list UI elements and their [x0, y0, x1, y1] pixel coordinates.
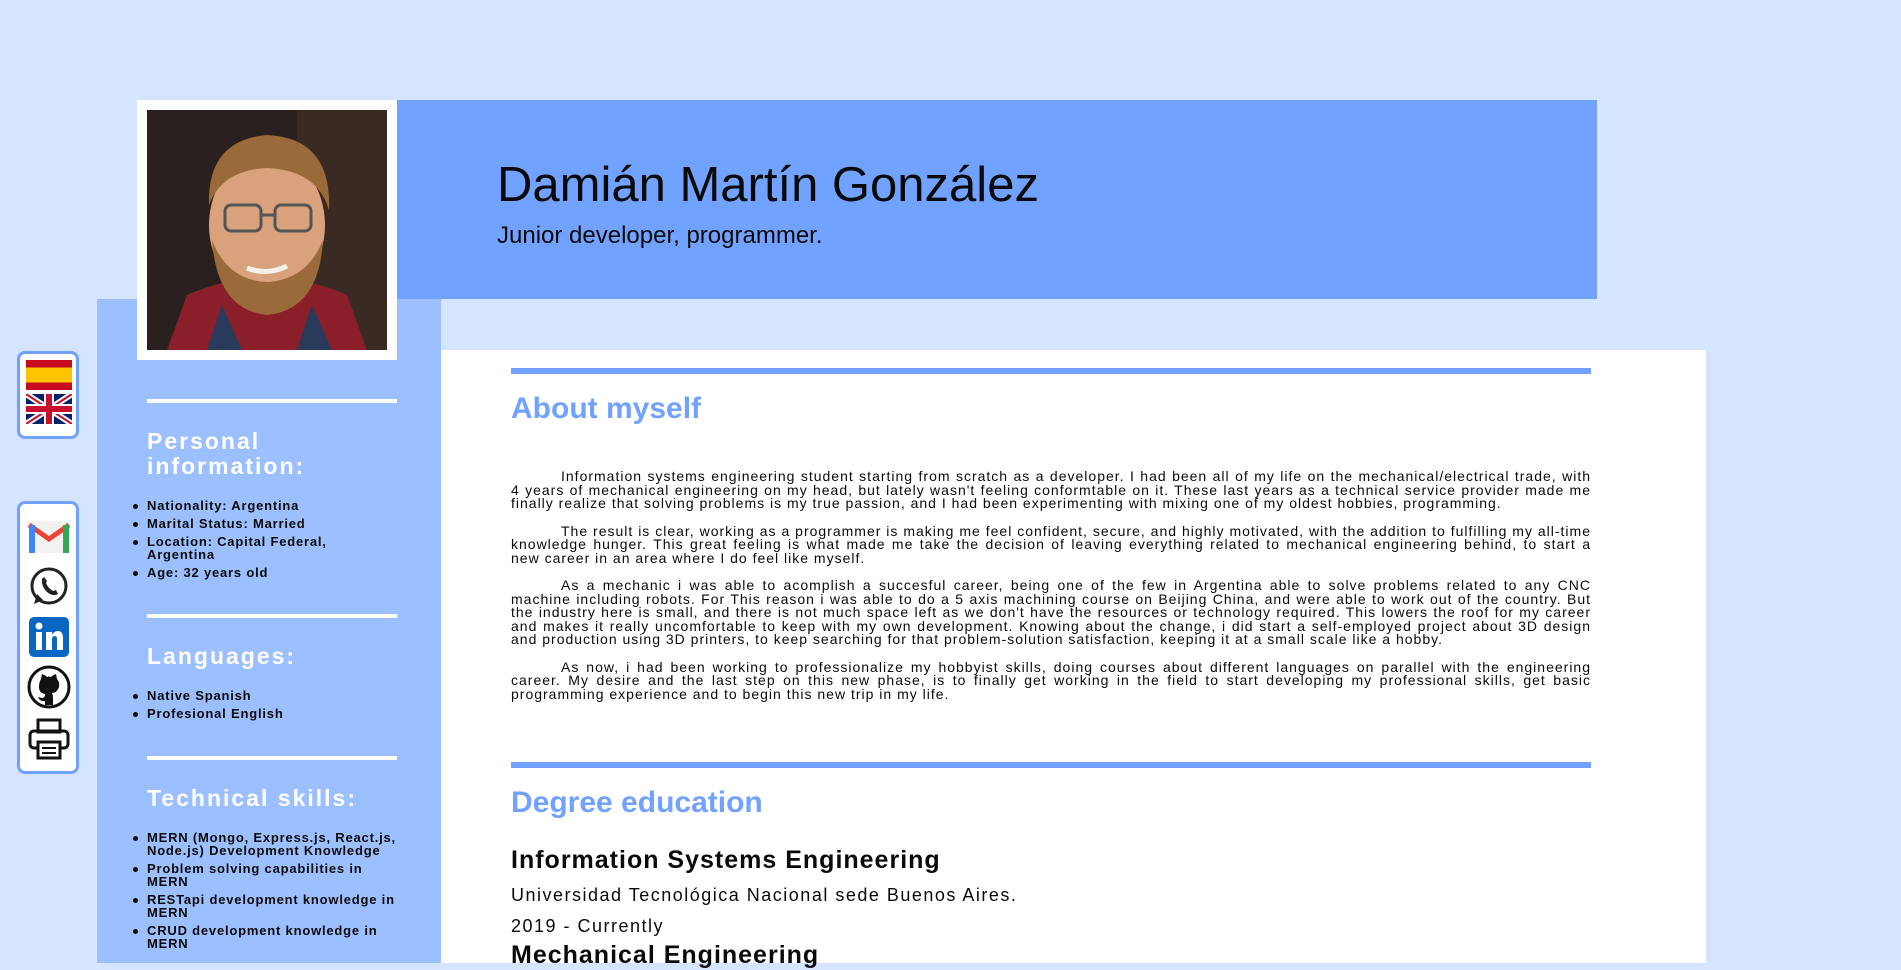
about-paragraph: The result is clear, working as a progra…	[511, 522, 1591, 566]
page-subtitle: Junior developer, programmer.	[497, 222, 823, 249]
degree-name: Information Systems Engineering	[511, 846, 941, 874]
list-item: Native Spanish	[133, 689, 397, 702]
about-text: Information systems engineering student …	[511, 468, 1591, 715]
header-band: Damián Martín González Junior developer,…	[397, 100, 1597, 299]
gmail-icon[interactable]	[26, 514, 72, 560]
uk-flag-icon[interactable]	[26, 394, 72, 424]
divider	[147, 756, 397, 760]
list-item: Profesional English	[133, 707, 397, 720]
list-item: Problem solving capabilities in MERN	[133, 862, 397, 888]
skills-title: Technical skills:	[147, 785, 357, 811]
github-icon[interactable]	[26, 664, 72, 710]
list-item: Location: Capital Federal, Argentina	[133, 535, 397, 561]
spain-flag-icon[interactable]	[26, 360, 72, 390]
languages-list: Native Spanish Profesional English	[133, 689, 397, 720]
printer-icon[interactable]	[26, 716, 72, 762]
personal-info-section: Personal information: Nationality: Argen…	[133, 399, 397, 584]
list-item: CRUD development knowledge in MERN	[133, 924, 397, 950]
list-item: MERN (Mongo, Express.js, React.js, Node.…	[133, 830, 396, 858]
list-item: Nationality: Argentina	[133, 499, 397, 512]
languages-section: Languages: Native Spanish Profesional En…	[133, 614, 397, 725]
skills-section: Technical skills: MERN (Mongo, Express.j…	[133, 756, 397, 955]
about-paragraph: Information systems engineering student …	[511, 468, 1591, 511]
personal-info-list: Nationality: Argentina Marital Status: M…	[133, 499, 397, 579]
about-paragraph: As a mechanic i was able to acomplish a …	[511, 577, 1591, 647]
whatsapp-icon[interactable]	[26, 564, 72, 610]
personal-info-title: Personal information:	[147, 428, 306, 479]
divider	[147, 614, 397, 618]
language-switcher	[17, 351, 79, 439]
divider	[511, 762, 1591, 768]
profile-photo	[137, 100, 397, 360]
skills-list: MERN (Mongo, Express.js, React.js, Node.…	[133, 830, 397, 950]
degree-school: Universidad Tecnológica Nacional sede Bu…	[511, 885, 1018, 905]
divider	[511, 368, 1591, 374]
degree-item: Information Systems Engineering Universi…	[511, 846, 1591, 937]
list-item: RESTapi development knowledge in MERN	[133, 893, 397, 919]
list-item: Marital Status: Married	[133, 517, 397, 530]
languages-title: Languages:	[147, 643, 297, 669]
page-title: Damián Martín González	[497, 158, 1039, 212]
about-title: About myself	[511, 392, 702, 425]
divider	[147, 399, 397, 403]
degree-name: Mechanical Engineering	[511, 941, 820, 969]
avatar	[147, 110, 387, 350]
sidebar: Personal information: Nationality: Argen…	[97, 299, 441, 963]
list-item: Age: 32 years old	[133, 566, 397, 579]
contact-links	[17, 501, 79, 774]
about-paragraph: As now, i had been working to profession…	[511, 658, 1591, 702]
main-content: About myself Information systems enginee…	[441, 350, 1706, 969]
degree-item: Mechanical Engineering	[511, 941, 1591, 970]
education-title: Degree education	[511, 786, 763, 819]
degree-dates: 2019 - Currently	[511, 916, 665, 936]
linkedin-icon[interactable]	[26, 614, 72, 660]
